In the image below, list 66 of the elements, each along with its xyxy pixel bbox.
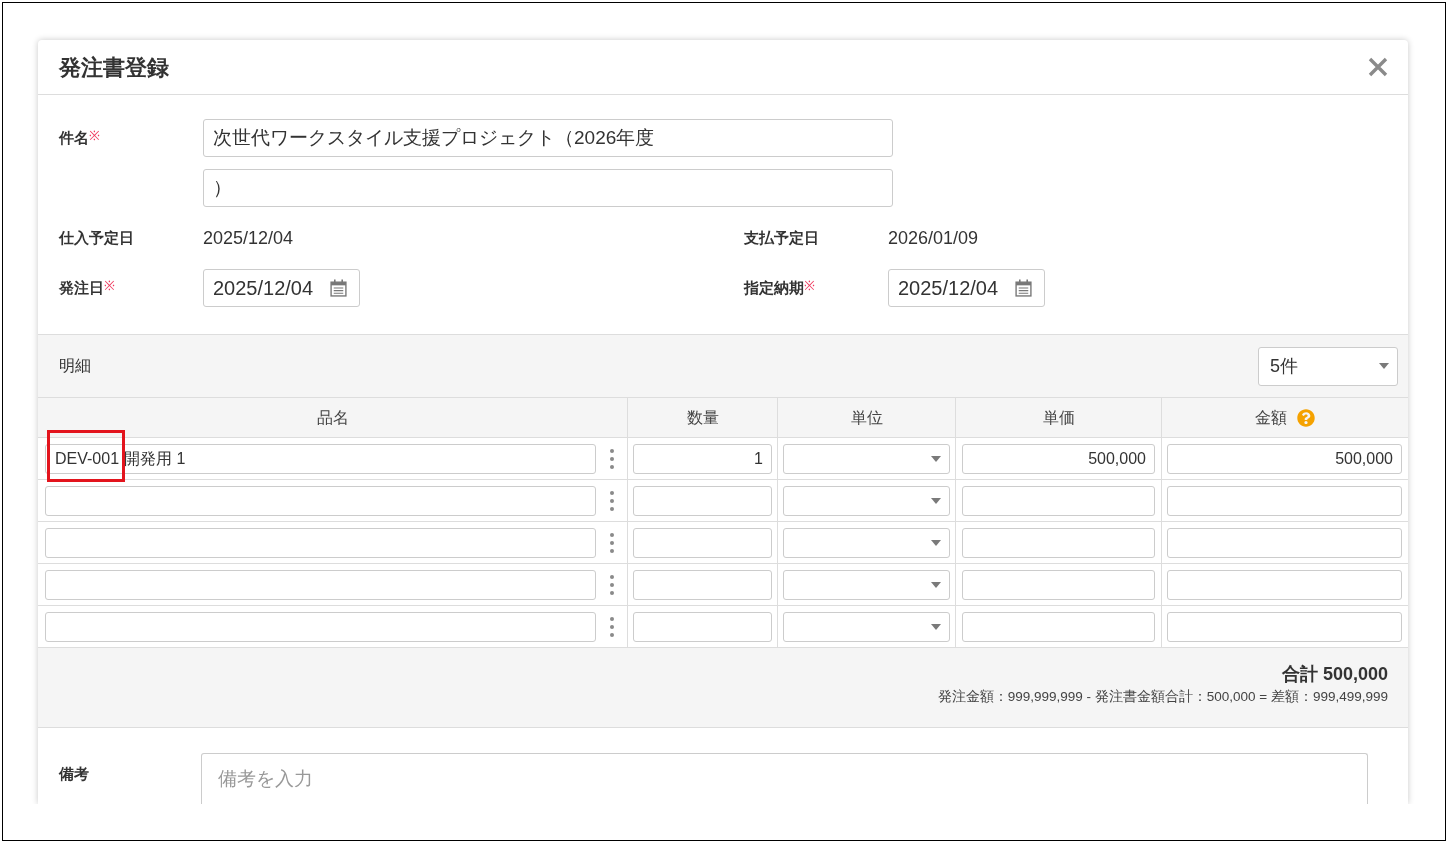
subject-field[interactable]: 次世代ワークスタイル支援プロジェクト（2026年度: [203, 119, 893, 157]
vertical-dots-icon[interactable]: [609, 574, 614, 595]
subject-field[interactable]: ）: [203, 169, 893, 207]
item-name-field[interactable]: [45, 569, 596, 600]
date-value: 2026/01/09: [888, 227, 979, 250]
dialog-title: 発注書登録: [59, 53, 169, 82]
required-mark: ※: [89, 128, 100, 143]
unit-select[interactable]: [783, 443, 950, 474]
unit-price-field[interactable]: [962, 527, 1155, 558]
vertical-dots-icon[interactable]: [609, 490, 614, 511]
field-label: 支払予定日: [744, 228, 819, 248]
unit-price-field[interactable]: [962, 611, 1155, 642]
amount-field[interactable]: [1167, 569, 1402, 600]
vertical-dots-icon[interactable]: [609, 448, 614, 469]
caret-icon: [931, 539, 941, 546]
field-label: 件名: [59, 128, 89, 148]
field-label: 仕入予定日: [59, 228, 134, 248]
quantity-field[interactable]: [633, 611, 772, 642]
total-amount: 合計 500,000: [1281, 663, 1388, 686]
item-name-field[interactable]: [45, 611, 596, 642]
calendar-icon: [330, 279, 347, 297]
column-header: 単位: [850, 407, 883, 428]
unit-select[interactable]: [783, 527, 950, 558]
section-title: 明細: [59, 356, 91, 376]
quantity-field[interactable]: [633, 485, 772, 516]
item-name-field[interactable]: [45, 527, 596, 558]
close-icon[interactable]: [1368, 57, 1388, 77]
quantity-field[interactable]: [633, 527, 772, 558]
unit-price-field[interactable]: [962, 485, 1155, 516]
column-header: 品名: [316, 407, 349, 428]
column-header: 単価: [1042, 407, 1075, 428]
unit-price-field[interactable]: 500,000: [962, 443, 1155, 474]
date-field[interactable]: 2025/12/04: [888, 269, 1045, 307]
amount-field[interactable]: 500,000: [1167, 443, 1402, 474]
caret-icon: [931, 497, 941, 504]
date-value: 2025/12/04: [203, 227, 294, 250]
quantity-field[interactable]: 1: [633, 443, 772, 474]
required-mark: ※: [104, 278, 115, 293]
amount-field[interactable]: [1167, 611, 1402, 642]
caret-icon: [1379, 363, 1389, 369]
required-mark: ※: [804, 278, 815, 293]
item-code-text: DEV-001: [55, 448, 120, 469]
unit-select[interactable]: [783, 611, 950, 642]
caret-icon: [931, 455, 941, 462]
caret-icon: [931, 581, 941, 588]
unit-select[interactable]: [783, 569, 950, 600]
item-name-field[interactable]: [45, 485, 596, 516]
calendar-icon: [1015, 279, 1032, 297]
item-name-text: 開発用 1: [124, 448, 186, 469]
amount-summary: 発注金額：999,999,999 - 発注書金額合計：500,000 = 差額：999,499,999: [937, 688, 1388, 706]
remarks-field[interactable]: 備考を入力: [201, 753, 1368, 804]
amount-field[interactable]: [1167, 527, 1402, 558]
field-label: 備考: [59, 765, 89, 782]
page-size-select[interactable]: 5件: [1258, 346, 1398, 386]
date-field[interactable]: 2025/12/04: [203, 269, 360, 307]
field-label: 発注日: [59, 278, 104, 298]
quantity-field[interactable]: [633, 569, 772, 600]
amount-field[interactable]: [1167, 485, 1402, 516]
caret-icon: [931, 623, 941, 630]
field-label: 指定納期: [744, 278, 804, 298]
column-header: 金額: [1255, 407, 1287, 428]
vertical-dots-icon[interactable]: [609, 532, 614, 553]
column-header: 数量: [686, 407, 719, 428]
vertical-dots-icon[interactable]: [609, 616, 614, 637]
unit-select[interactable]: [783, 485, 950, 516]
unit-price-field[interactable]: [962, 569, 1155, 600]
